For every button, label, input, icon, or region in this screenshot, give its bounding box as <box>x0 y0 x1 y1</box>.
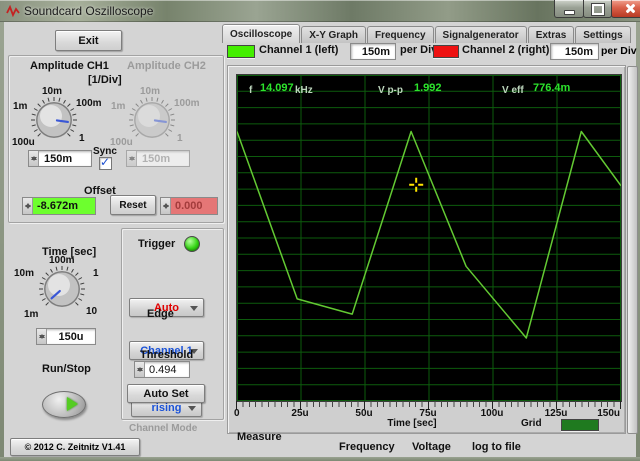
tab-frequency[interactable]: Frequency <box>366 26 434 43</box>
knob-label: 1m <box>13 101 28 112</box>
minimize-button[interactable] <box>554 0 584 18</box>
tab-signalgenerator[interactable]: Signalgenerator <box>434 26 527 43</box>
channel2-color-swatch <box>433 45 459 58</box>
knob-label: 10 <box>86 306 98 317</box>
run-stop-button[interactable] <box>42 391 86 418</box>
spinner[interactable] <box>29 151 39 166</box>
auto-set-button[interactable]: Auto Set <box>127 384 205 403</box>
offset-reset-button[interactable]: Reset <box>110 195 156 215</box>
amplitude-ch1-value-field[interactable]: 150m <box>28 150 92 167</box>
scope-vertical-scrollbar[interactable] <box>627 66 638 434</box>
tab-xy-graph[interactable]: X-Y Graph <box>301 26 366 43</box>
sync-checkbox[interactable] <box>99 155 112 170</box>
time-value-field[interactable]: 150u <box>36 328 96 345</box>
offset-ch1-field[interactable]: -8.672m <box>22 197 96 215</box>
exit-button[interactable]: Exit <box>55 30 122 51</box>
knob-label: 10m <box>140 86 161 97</box>
amplitude-ch1-label: Amplitude CH1 <box>30 60 109 72</box>
edge-label: Edge <box>147 308 174 320</box>
voltage-label: Voltage <box>412 441 451 453</box>
knob-label: 10m <box>14 268 35 279</box>
knob-label: 1 <box>177 133 183 144</box>
trigger-led <box>184 236 200 252</box>
window-title: Soundcard Oszilloscope <box>24 4 154 18</box>
veff-readout-value: 776.4m <box>533 82 571 94</box>
amplitude-ch2-label: Amplitude CH2 <box>127 60 206 72</box>
knob-label: 10m <box>42 86 63 97</box>
x-tick: 0 <box>234 408 240 419</box>
window-frame-left <box>0 22 4 461</box>
tab-oscilloscope[interactable]: Oscilloscope <box>222 24 301 43</box>
tab-settings[interactable]: Settings <box>575 26 631 43</box>
frequency-label: Frequency <box>339 441 395 453</box>
amplitude-ch2-value-field[interactable]: 150m <box>126 150 190 167</box>
scope-display[interactable] <box>236 74 622 402</box>
maximize-button[interactable] <box>583 0 612 18</box>
window-frame-bottom <box>0 457 640 461</box>
channel-mode-label: Channel Mode <box>129 423 198 434</box>
channel1-color-swatch <box>227 45 255 58</box>
trigger-label: Trigger <box>138 238 176 250</box>
freq-readout-value: 14.097 <box>260 82 294 94</box>
channel2-per-div-field[interactable]: 150m <box>550 43 599 60</box>
vpp-readout-label: V p-p <box>378 85 403 96</box>
copyright-button[interactable]: © 2012 C. Zeitnitz V1.41 <box>10 438 140 456</box>
tab-extras[interactable]: Extras <box>527 26 575 43</box>
grid-color-swatch[interactable] <box>561 419 599 431</box>
knob-label: 100m <box>174 98 200 109</box>
freq-readout-unit: kHz <box>295 85 313 96</box>
app-window: Soundcard Oszilloscope Exit Amplitude CH… <box>0 0 640 461</box>
knob-label: 1 <box>93 268 99 279</box>
freq-readout-label: f <box>249 85 253 96</box>
threshold-field[interactable]: 0.494 <box>134 361 190 378</box>
per-div-label-2: per Div <box>601 45 637 57</box>
log-to-file-label: log to file <box>472 441 521 453</box>
offset-ch2-field[interactable]: 0.000 <box>160 197 218 215</box>
knob-label: 100u <box>12 137 35 148</box>
time-knob[interactable] <box>34 261 90 317</box>
minimize-icon <box>564 10 575 15</box>
per-div-unit-label: [1/Div] <box>88 74 122 86</box>
x-tick: 25u <box>291 408 309 419</box>
run-stop-label: Run/Stop <box>42 363 91 375</box>
knob-label: 1m <box>24 309 39 320</box>
x-tick: 100u <box>480 408 504 419</box>
scope-plot-svg <box>236 75 622 401</box>
maximize-icon <box>591 3 605 16</box>
threshold-label: Threshold <box>140 349 194 361</box>
channel2-label: Channel 2 (right) <box>462 44 550 56</box>
x-tick: 125u <box>544 408 568 419</box>
knob-label: 1m <box>111 101 126 112</box>
app-icon <box>6 5 20 17</box>
tab-bar: Oscilloscope X-Y Graph Frequency Signalg… <box>222 24 632 43</box>
channel1-label: Channel 1 (left) <box>259 44 339 56</box>
vpp-readout-value: 1.992 <box>414 82 442 94</box>
close-button[interactable] <box>611 0 640 18</box>
title-bar[interactable]: Soundcard Oszilloscope <box>0 0 640 22</box>
x-axis-label: Time [sec] <box>387 418 437 429</box>
x-tick: 50u <box>355 408 373 419</box>
channel1-per-div-field[interactable]: 150m <box>350 43 396 60</box>
knob-label: 100m <box>49 255 75 266</box>
grid-label: Grid <box>521 418 542 429</box>
per-div-label-1: per Div <box>400 44 438 56</box>
knob-label: 100m <box>76 98 102 109</box>
veff-readout-label: V eff <box>502 85 524 96</box>
measure-label: Measure <box>237 431 282 443</box>
x-tick: 150u <box>597 408 620 419</box>
knob-label: 1 <box>79 133 85 144</box>
